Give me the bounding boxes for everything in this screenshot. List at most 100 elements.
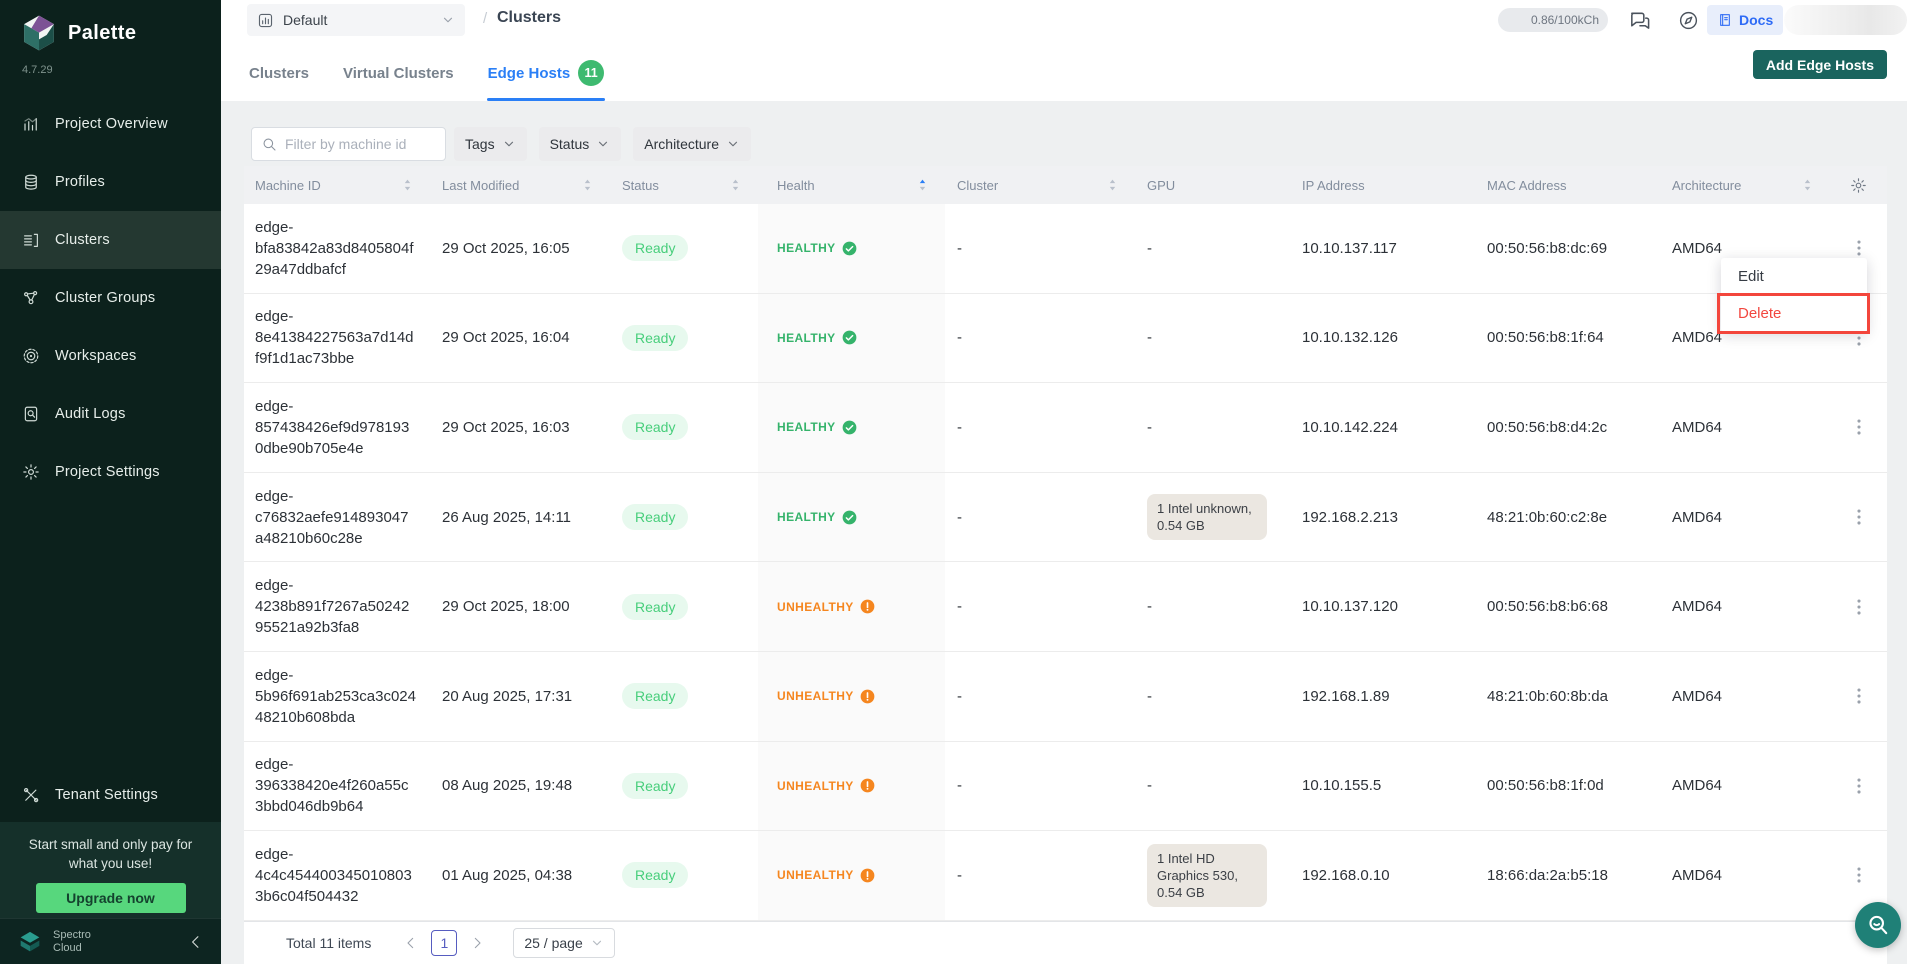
palette-logo: Palette — [0, 0, 221, 52]
column-header-last-modified[interactable]: Last Modified — [430, 166, 610, 204]
gear-icon — [22, 463, 40, 481]
health-status: HEALTHY — [777, 420, 836, 434]
filter-dropdown-status[interactable]: Status — [539, 127, 622, 161]
health-status: UNHEALTHY — [777, 689, 854, 703]
column-header-label: GPU — [1147, 178, 1175, 193]
breadcrumb[interactable]: Clusters — [497, 9, 561, 27]
collapse-sidebar-button[interactable] — [187, 933, 205, 951]
add-edge-hosts-button[interactable]: Add Edge Hosts — [1753, 50, 1887, 79]
tab-clusters[interactable]: Clusters — [248, 60, 310, 101]
table-row[interactable]: edge-4c4c4544003450108033b6c04f50443201 … — [244, 831, 1887, 921]
column-header-cluster[interactable]: Cluster — [945, 166, 1135, 204]
sidebar-item-clusters[interactable]: Clusters — [0, 211, 221, 269]
column-header-machine-id[interactable]: Machine ID — [244, 166, 430, 204]
table-row[interactable]: edge-857438426ef9d9781930dbe90b705e4e29 … — [244, 383, 1887, 473]
filter-dropdown-label: Tags — [465, 136, 495, 152]
chat-launcher-button[interactable] — [1855, 902, 1901, 948]
column-header-label: IP Address — [1302, 178, 1365, 193]
pagination: Total 11 items 1 25 / page — [244, 921, 1887, 964]
cluster-cell: - — [945, 294, 1135, 383]
machine-id-cell: edge-857438426ef9d9781930dbe90b705e4e — [244, 383, 430, 472]
sidebar-item-label: Clusters — [55, 232, 110, 248]
sidebar-item-cluster-groups[interactable]: Cluster Groups — [0, 269, 221, 327]
row-actions-menu-button[interactable] — [1848, 685, 1870, 707]
cluster-cell: - — [945, 204, 1135, 293]
table-row[interactable]: edge-8e41384227563a7d14df9f1d1ac73bbe29 … — [244, 294, 1887, 384]
context-menu-item-delete[interactable]: Delete — [1721, 295, 1867, 332]
mac-address-cell: 00:50:56:b8:d4:2c — [1475, 383, 1660, 472]
upgrade-now-button[interactable]: Upgrade now — [36, 883, 186, 913]
sidebar-nav: Project OverviewProfiles Clusters Cluster … — [0, 95, 221, 501]
table-row[interactable]: edge-396338420e4f260a55c3bbd046db9b6408 … — [244, 742, 1887, 832]
column-settings-button[interactable] — [1830, 166, 1887, 204]
ip-address-cell: 192.168.1.89 — [1290, 652, 1475, 741]
main-content: Tags Status Architecture Machine ID Last Mo… — [221, 101, 1907, 964]
sidebar-item-tenant-settings[interactable]: Tenant Settings — [0, 766, 221, 824]
user-menu[interactable] — [1784, 5, 1907, 35]
row-actions-menu-button[interactable] — [1848, 596, 1870, 618]
list-icon — [22, 231, 40, 249]
status-badge: Ready — [622, 504, 688, 530]
machine-id-cell: edge-bfa83842a83d8405804f29a47ddbafcf — [244, 204, 430, 293]
sidebar-item-audit-logs[interactable]: Audit Logs — [0, 385, 221, 443]
sort-icon — [403, 178, 412, 192]
status-cell: Ready — [610, 831, 758, 920]
status-cell: Ready — [610, 473, 758, 562]
prev-page-button[interactable] — [403, 935, 419, 951]
sidebar-item-profiles[interactable]: Profiles — [0, 153, 221, 211]
docs-link[interactable]: Docs — [1707, 5, 1783, 35]
column-header-label: Last Modified — [442, 178, 519, 193]
status-badge: Ready — [622, 235, 688, 261]
machine-id: edge-396338420e4f260a55c3bbd046db9b64 — [255, 754, 416, 817]
topbar: Default / Clusters 0.86/100kCh Docs — [221, 0, 1907, 40]
ip-address-cell: 10.10.142.224 — [1290, 383, 1475, 472]
edge-hosts-table: Machine ID Last Modified Status HealthClust… — [244, 166, 1887, 921]
table-row[interactable]: edge-4238b891f7267a5024295521a92b3fa829 … — [244, 562, 1887, 652]
network-icon — [22, 289, 40, 307]
project-selector-value: Default — [283, 12, 327, 28]
health-cell: HEALTHY — [758, 383, 945, 472]
row-actions-cell — [1830, 652, 1887, 741]
row-actions-menu-button[interactable] — [1848, 416, 1870, 438]
table-row[interactable]: edge-5b96f691ab253ca3c02448210b608bda20 … — [244, 652, 1887, 742]
breadcrumb-separator: / — [483, 10, 487, 27]
sidebar-item-workspaces[interactable]: Workspaces — [0, 327, 221, 385]
logo-text: Palette — [68, 22, 136, 45]
tab-virtual-clusters[interactable]: Virtual Clusters — [342, 60, 455, 101]
sidebar-item-project-overview[interactable]: Project Overview — [0, 95, 221, 153]
table-row[interactable]: edge-bfa83842a83d8405804f29a47ddbafcf29 … — [244, 204, 1887, 294]
status-badge: Ready — [622, 683, 688, 709]
status-cell: Ready — [610, 742, 758, 831]
table-row[interactable]: edge-c76832aefe914893047a48210b60c28e26 … — [244, 473, 1887, 563]
context-menu-item-edit[interactable]: Edit — [1721, 258, 1867, 295]
column-header-status[interactable]: Status — [610, 166, 758, 204]
column-header-architecture[interactable]: Architecture — [1660, 166, 1830, 204]
health-warning-icon — [860, 599, 875, 614]
filter-dropdown-architecture[interactable]: Architecture — [633, 127, 751, 161]
health-status: HEALTHY — [777, 241, 836, 255]
row-actions-menu-button[interactable] — [1848, 237, 1870, 259]
sort-icon — [1803, 178, 1812, 192]
row-actions-menu-button[interactable] — [1848, 506, 1870, 528]
machine-id-cell: edge-c76832aefe914893047a48210b60c28e — [244, 473, 430, 562]
row-actions-menu-button[interactable] — [1848, 775, 1870, 797]
tab-edge-hosts[interactable]: Edge Hosts11 — [487, 60, 606, 101]
sidebar: Palette 4.7.29 Project OverviewProfilesC… — [0, 0, 221, 964]
mac-address-cell: 00:50:56:b8:b6:68 — [1475, 562, 1660, 651]
current-page[interactable]: 1 — [431, 930, 457, 956]
sidebar-item-project-settings[interactable]: Project Settings — [0, 443, 221, 501]
machine-id: edge-857438426ef9d9781930dbe90b705e4e — [255, 396, 416, 459]
compass-icon[interactable] — [1678, 10, 1699, 31]
next-page-button[interactable] — [469, 935, 485, 951]
filter-dropdown-tags[interactable]: Tags — [454, 127, 527, 161]
row-actions-menu-button[interactable] — [1848, 864, 1870, 886]
tabs-row: Clusters Virtual Clusters Edge Hosts11 Add… — [221, 40, 1907, 101]
search-input[interactable] — [285, 136, 436, 152]
project-selector[interactable]: Default — [247, 4, 465, 36]
column-header-health[interactable]: Health — [758, 166, 945, 204]
last-modified-cell: 29 Oct 2025, 16:03 — [430, 383, 610, 472]
page-size-select[interactable]: 25 / page — [513, 928, 614, 958]
last-modified-cell: 20 Aug 2025, 17:31 — [430, 652, 610, 741]
chat-icon[interactable] — [1628, 9, 1651, 32]
column-header-label: Status — [622, 178, 659, 193]
